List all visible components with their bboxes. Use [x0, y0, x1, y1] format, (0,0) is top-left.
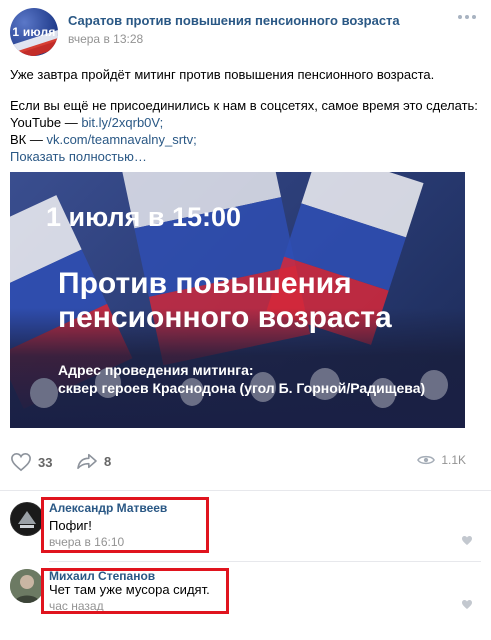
view-count-area: 1.1K	[417, 453, 466, 467]
show-more-link[interactable]: Показать полностью…	[10, 149, 147, 164]
avatar-photo-icon	[10, 569, 44, 603]
group-name-link[interactable]: Саратов против повышения пенсионного воз…	[68, 13, 400, 28]
share-arrow-icon	[77, 453, 97, 470]
youtube-link[interactable]: bit.ly/2xqrb0V;	[81, 115, 163, 130]
vk-link[interactable]: vk.com/teamnavalny_srtv;	[46, 132, 196, 147]
avatar-text: 1 июля	[12, 25, 56, 39]
post-time[interactable]: вчера в 13:28	[68, 32, 143, 46]
share-count: 8	[104, 453, 112, 469]
commenter-avatar[interactable]	[10, 569, 44, 603]
heart-icon	[11, 452, 31, 472]
like-button[interactable]: 33	[10, 452, 52, 472]
group-avatar[interactable]: 1 июля	[10, 8, 58, 56]
banner-title: Против повышения пенсионного возраста	[58, 267, 392, 335]
comment-like-icon[interactable]	[461, 535, 473, 546]
avatar-emblem-icon	[11, 503, 43, 535]
post-text-line: Уже завтра пройдёт митинг против повышен…	[10, 67, 435, 82]
highlight-box	[41, 497, 209, 553]
post-actions: 33 8 1.1K	[10, 452, 480, 472]
banner-title-line: пенсионного возраста	[58, 301, 392, 334]
banner-date: 1 июля в 15:00	[46, 202, 242, 232]
divider	[49, 561, 481, 562]
youtube-label: YouTube —	[10, 115, 82, 130]
eye-icon	[417, 455, 436, 465]
like-count: 33	[38, 454, 53, 470]
post-text-line: Если вы ещё не присоединились к нам в со…	[10, 98, 478, 113]
banner-address-label: Адрес проведения митинга:	[58, 362, 254, 378]
commenter-avatar[interactable]	[10, 502, 44, 536]
banner-title-line: Против повышения	[58, 267, 352, 300]
more-options-icon[interactable]	[458, 10, 478, 24]
divider	[0, 490, 491, 491]
view-count: 1.1K	[441, 453, 466, 467]
share-button[interactable]: 8	[76, 452, 111, 470]
vk-label: ВК —	[10, 132, 47, 147]
highlight-box	[41, 568, 229, 614]
post-image-banner[interactable]: 1 июля в 15:00 Против повышения пенсионн…	[10, 172, 465, 428]
post-text: Уже завтра пройдёт митинг против повышен…	[10, 66, 480, 165]
post-header: 1 июля Саратов против повышения пенсионн…	[10, 8, 480, 56]
banner-address: сквер героев Краснодона (угол Б. Горной/…	[58, 380, 426, 396]
comment-like-icon[interactable]	[461, 599, 473, 610]
